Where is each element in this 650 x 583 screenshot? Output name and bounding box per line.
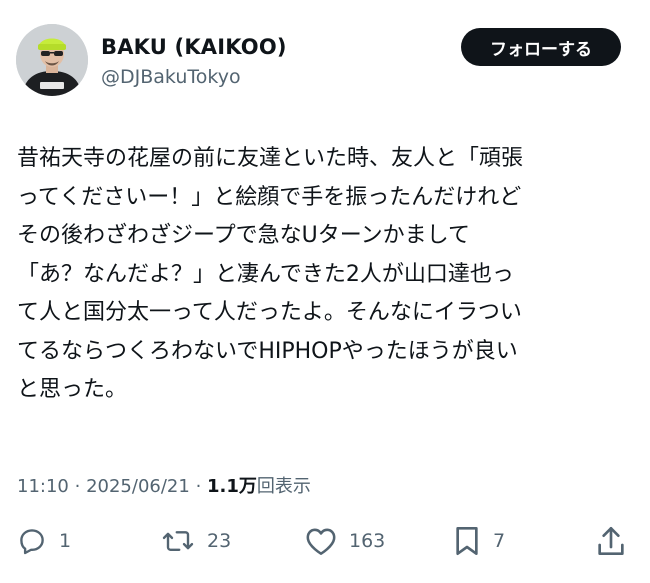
tweet-text: 昔祐天寺の花屋の前に友達といた時、友人と「頑張 ってくださいー！」と絵顔で手を振… xyxy=(17,140,637,410)
reply-icon xyxy=(17,526,47,556)
tweet-text-line: てるならつくろわないでHIPHOPやったほうが良い xyxy=(17,338,518,364)
like-count: 163 xyxy=(349,530,386,552)
tweet-time[interactable]: 11:10 xyxy=(17,476,69,497)
tweet-date[interactable]: 2025/06/21 xyxy=(86,476,190,497)
follow-button[interactable]: フォローする xyxy=(461,28,621,66)
tweet-meta: 11:10 · 2025/06/21 · 1.1万回表示 xyxy=(17,472,311,498)
reply-count: 1 xyxy=(59,530,72,552)
bookmark-button[interactable]: 7 xyxy=(453,521,505,561)
user-avatar-image xyxy=(16,24,88,96)
like-button[interactable]: 163 xyxy=(305,521,385,561)
views-count[interactable]: 1.1万 xyxy=(207,476,257,497)
tweet-card: BAKU (KAIKOO) @DJBakuTokyo フォローする 昔祐天寺の花… xyxy=(0,0,650,583)
reply-button[interactable]: 1 xyxy=(17,521,71,561)
tweet-text-line: と思った。 xyxy=(17,377,128,402)
tweet-text-line: その後わざわざジープで急なUターンかまして xyxy=(17,223,471,248)
tweet-text-line: て人と国分太一って人だったよ。そんなにイラつい xyxy=(17,300,522,325)
share-icon xyxy=(596,525,626,557)
retweet-count: 23 xyxy=(207,530,232,552)
views-label: 回表示 xyxy=(256,476,311,497)
share-button[interactable] xyxy=(596,521,626,561)
author-handle[interactable]: @DJBakuTokyo xyxy=(101,66,241,88)
avatar[interactable] xyxy=(16,24,88,96)
retweet-button[interactable]: 23 xyxy=(161,521,231,561)
tweet-text-line: ってくださいー！」と絵顔で手を振ったんだけれど xyxy=(17,184,522,210)
meta-separator: · xyxy=(74,476,81,497)
bookmark-count: 7 xyxy=(493,530,506,552)
heart-icon xyxy=(305,526,337,556)
author-display-name[interactable]: BAKU (KAIKOO) xyxy=(101,35,287,59)
meta-separator: · xyxy=(195,476,202,497)
retweet-icon xyxy=(161,526,195,556)
bookmark-icon xyxy=(453,525,481,557)
tweet-text-line: 「あ？なんだよ？」と凄んできた2人が山口達也っ xyxy=(17,261,514,287)
tweet-text-line: 昔祐天寺の花屋の前に友達といた時、友人と「頑張 xyxy=(17,146,524,171)
